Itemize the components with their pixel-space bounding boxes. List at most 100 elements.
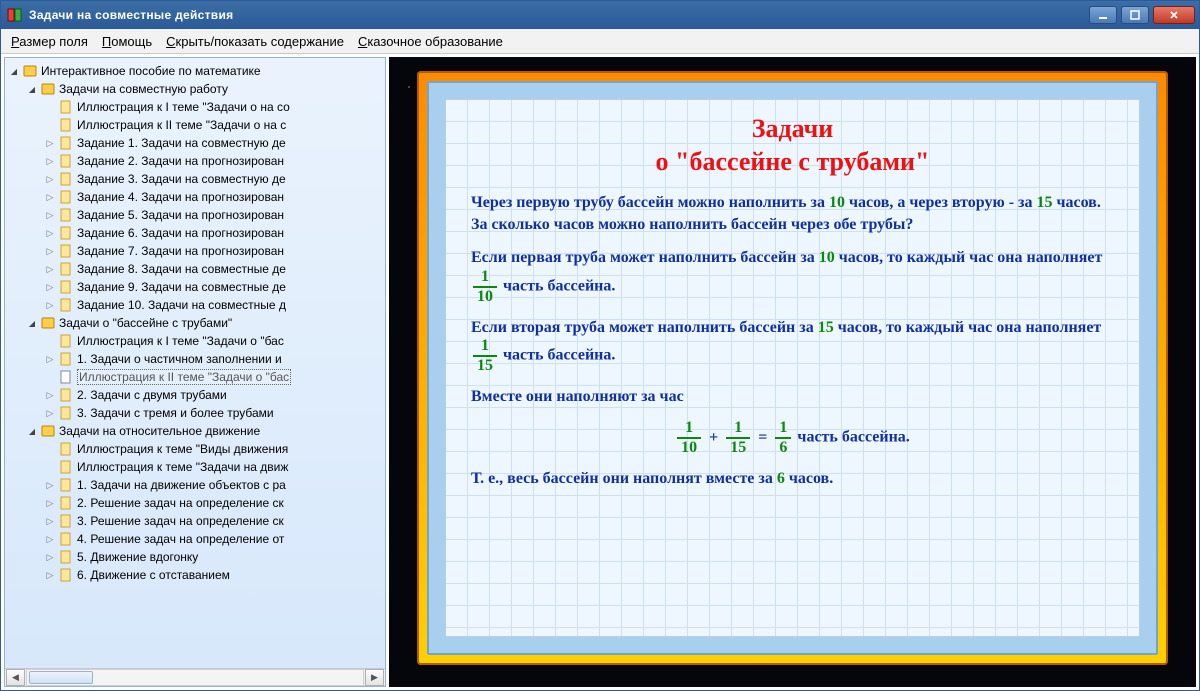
chevron-right-icon[interactable] [45, 570, 55, 580]
tree-item[interactable]: 2. Задачи с двумя трубами [77, 388, 227, 402]
chevron-right-icon[interactable] [45, 480, 55, 490]
tree-item[interactable]: Задание 3. Задачи на совместную де [77, 172, 286, 186]
page-icon [59, 100, 73, 114]
menu-help[interactable]: Помощь [102, 34, 152, 49]
tree-item[interactable]: Задание 8. Задачи на совместные де [77, 262, 286, 276]
scroll-left-button[interactable]: ◀ [6, 669, 25, 686]
page-icon [59, 514, 73, 528]
book-icon [23, 64, 37, 78]
tree-item[interactable]: Иллюстрация к теме "Виды движения [77, 442, 288, 456]
page-icon [59, 244, 73, 258]
toc-pane: Интерактивное пособие по математике Зада… [4, 57, 386, 687]
tree-item[interactable]: 3. Задачи с тремя и более трубами [77, 406, 274, 420]
answer-text: Т. е., весь бассейн они наполнят вместе … [471, 468, 1114, 490]
chevron-right-icon[interactable] [45, 390, 55, 400]
slide-title: Задачи о "бассейне с трубами" [471, 113, 1114, 178]
tree-item[interactable]: Иллюстрация к I теме "Задачи о на со [77, 100, 290, 114]
toc-h-scrollbar[interactable]: ◀ ▶ [5, 668, 385, 686]
chevron-right-icon[interactable] [45, 282, 55, 292]
tree-item[interactable]: Задачи на совместную работу [59, 82, 228, 96]
tree-item[interactable]: 4. Решение задач на определение от [77, 532, 284, 546]
chevron-down-icon[interactable] [27, 318, 37, 328]
solution-line-2: Если вторая труба может наполнить бассей… [471, 317, 1114, 375]
tree-item[interactable]: Задание 6. Задачи на прогнозирован [77, 226, 284, 240]
tree-item[interactable]: Иллюстрация к I теме "Задачи о "бас [77, 334, 284, 348]
menu-toggle-toc[interactable]: Скрыть/показать содержание [166, 34, 344, 49]
chevron-right-icon[interactable] [45, 264, 55, 274]
tree-item[interactable]: Иллюстрация к теме "Задачи на движ [77, 460, 288, 474]
tree-item[interactable]: Задание 7. Задачи на прогнозирован [77, 244, 284, 258]
scroll-right-button[interactable]: ▶ [365, 669, 384, 686]
solution-line-3: Вместе они наполняют за час [471, 386, 1114, 408]
slide-frame: Задачи о "бассейне с трубами" Через перв… [417, 71, 1168, 665]
page-icon [59, 460, 73, 474]
page-icon [59, 550, 73, 564]
window-title: Задачи на совместные действия [29, 8, 1089, 22]
app-window: Задачи на совместные действия Размер пол… [0, 0, 1200, 691]
tree-item[interactable]: Задание 5. Задачи на прогнозирован [77, 208, 284, 222]
titlebar: Задачи на совместные действия [1, 1, 1199, 29]
tree-item[interactable]: 2. Решение задач на определение ск [77, 496, 284, 510]
chevron-right-icon[interactable] [45, 174, 55, 184]
page-open-icon [59, 370, 73, 384]
tree-item[interactable]: 1. Задачи о частичном заполнении и [77, 352, 282, 366]
menu-field-size[interactable]: Размер поля [11, 34, 88, 49]
page-icon [59, 406, 73, 420]
chevron-right-icon[interactable] [45, 408, 55, 418]
book-icon [41, 424, 55, 438]
maximize-button[interactable] [1121, 6, 1149, 24]
page-icon [59, 334, 73, 348]
page-icon [59, 388, 73, 402]
slide: Задачи о "бассейне с трубами" Через перв… [445, 99, 1140, 637]
chevron-right-icon[interactable] [45, 210, 55, 220]
tree-item[interactable]: Задание 4. Задачи на прогнозирован [77, 190, 284, 204]
menu-edu[interactable]: Сказочное образование [358, 34, 503, 49]
page-icon [59, 262, 73, 276]
chevron-right-icon[interactable] [45, 354, 55, 364]
tree-item[interactable]: 5. Движение вдогонку [77, 550, 198, 564]
chevron-down-icon[interactable] [27, 84, 37, 94]
tree-item[interactable]: 3. Решение задач на определение ск [77, 514, 284, 528]
tree-item[interactable]: 6. Движение с отставанием [77, 568, 230, 582]
chevron-right-icon[interactable] [45, 246, 55, 256]
chevron-down-icon[interactable] [9, 66, 19, 76]
page-icon [59, 172, 73, 186]
chevron-right-icon[interactable] [45, 138, 55, 148]
tree-item[interactable]: 1. Задачи на движение объектов с ра [77, 478, 286, 492]
tree-item[interactable]: Задание 10. Задачи на совместные д [77, 298, 286, 312]
page-icon [59, 532, 73, 546]
window-buttons [1089, 6, 1195, 24]
page-icon [59, 190, 73, 204]
scroll-track[interactable] [26, 669, 364, 686]
tree-item[interactable]: Задание 1. Задачи на совместную де [77, 136, 286, 150]
chevron-right-icon[interactable] [45, 156, 55, 166]
page-icon [59, 154, 73, 168]
chevron-right-icon[interactable] [45, 552, 55, 562]
chevron-down-icon[interactable] [27, 426, 37, 436]
chevron-right-icon[interactable] [45, 300, 55, 310]
chevron-right-icon[interactable] [45, 228, 55, 238]
tree-item[interactable]: Интерактивное пособие по математике [41, 64, 261, 78]
toc-tree[interactable]: Интерактивное пособие по математике Зада… [5, 58, 385, 668]
tree-item-selected[interactable]: Иллюстрация к II теме "Задачи о "бас [77, 369, 291, 385]
chevron-right-icon[interactable] [45, 516, 55, 526]
page-icon [59, 478, 73, 492]
minimize-button[interactable] [1089, 6, 1117, 24]
content-pane: Задачи о "бассейне с трубами" Через перв… [389, 57, 1196, 687]
page-icon [59, 496, 73, 510]
chevron-right-icon[interactable] [45, 192, 55, 202]
tree-item[interactable]: Задание 9. Задачи на совместные де [77, 280, 286, 294]
chevron-right-icon[interactable] [45, 498, 55, 508]
app-icon [7, 7, 23, 23]
page-icon [59, 352, 73, 366]
close-button[interactable] [1153, 6, 1195, 24]
tree-item[interactable]: Иллюстрация к II теме "Задачи о на с [77, 118, 286, 132]
tree-item[interactable]: Задачи о "бассейне с трубами" [59, 316, 232, 330]
tree-item[interactable]: Задание 2. Задачи на прогнозирован [77, 154, 284, 168]
body: Интерактивное пособие по математике Зада… [1, 54, 1199, 690]
scroll-thumb[interactable] [29, 671, 93, 684]
page-icon [59, 298, 73, 312]
page-icon [59, 208, 73, 222]
chevron-right-icon[interactable] [45, 534, 55, 544]
tree-item[interactable]: Задачи на относительное движение [59, 424, 260, 438]
